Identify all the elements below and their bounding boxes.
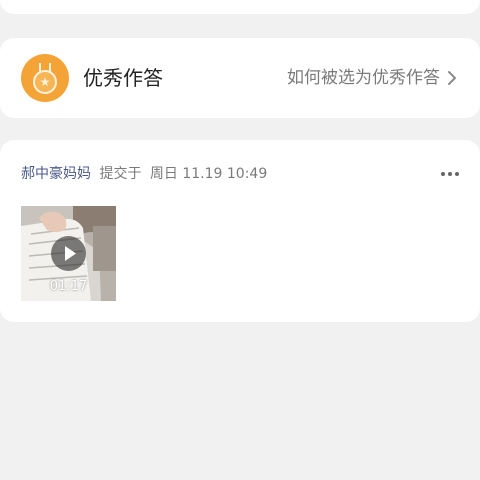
submission-timestamp: 周日 11.19 10:49 — [149, 166, 268, 182]
top-card-edge — [0, 0, 480, 14]
how-to-be-selected-link[interactable]: 如何被选为优秀作答 — [287, 65, 440, 91]
submission-meta: 郝中豪妈妈 提交于 周日 11.19 10:49 — [21, 164, 267, 184]
chevron-right-icon[interactable] — [444, 70, 460, 86]
excellent-answers-title: 优秀作答 — [83, 66, 163, 90]
excellent-answers-card[interactable]: ★ 优秀作答 如何被选为优秀作答 — [0, 38, 480, 118]
play-icon[interactable] — [51, 236, 86, 271]
video-thumbnail[interactable]: 01:17 — [21, 206, 116, 301]
medal-icon: ★ — [21, 54, 69, 102]
more-dots-icon[interactable] — [440, 168, 460, 180]
submitted-label: 提交于 — [99, 166, 142, 182]
submission-card: 郝中豪妈妈 提交于 周日 11.19 10:49 01:17 — [0, 140, 480, 322]
author-name[interactable]: 郝中豪妈妈 — [21, 166, 91, 182]
video-duration: 01:17 — [49, 279, 88, 294]
